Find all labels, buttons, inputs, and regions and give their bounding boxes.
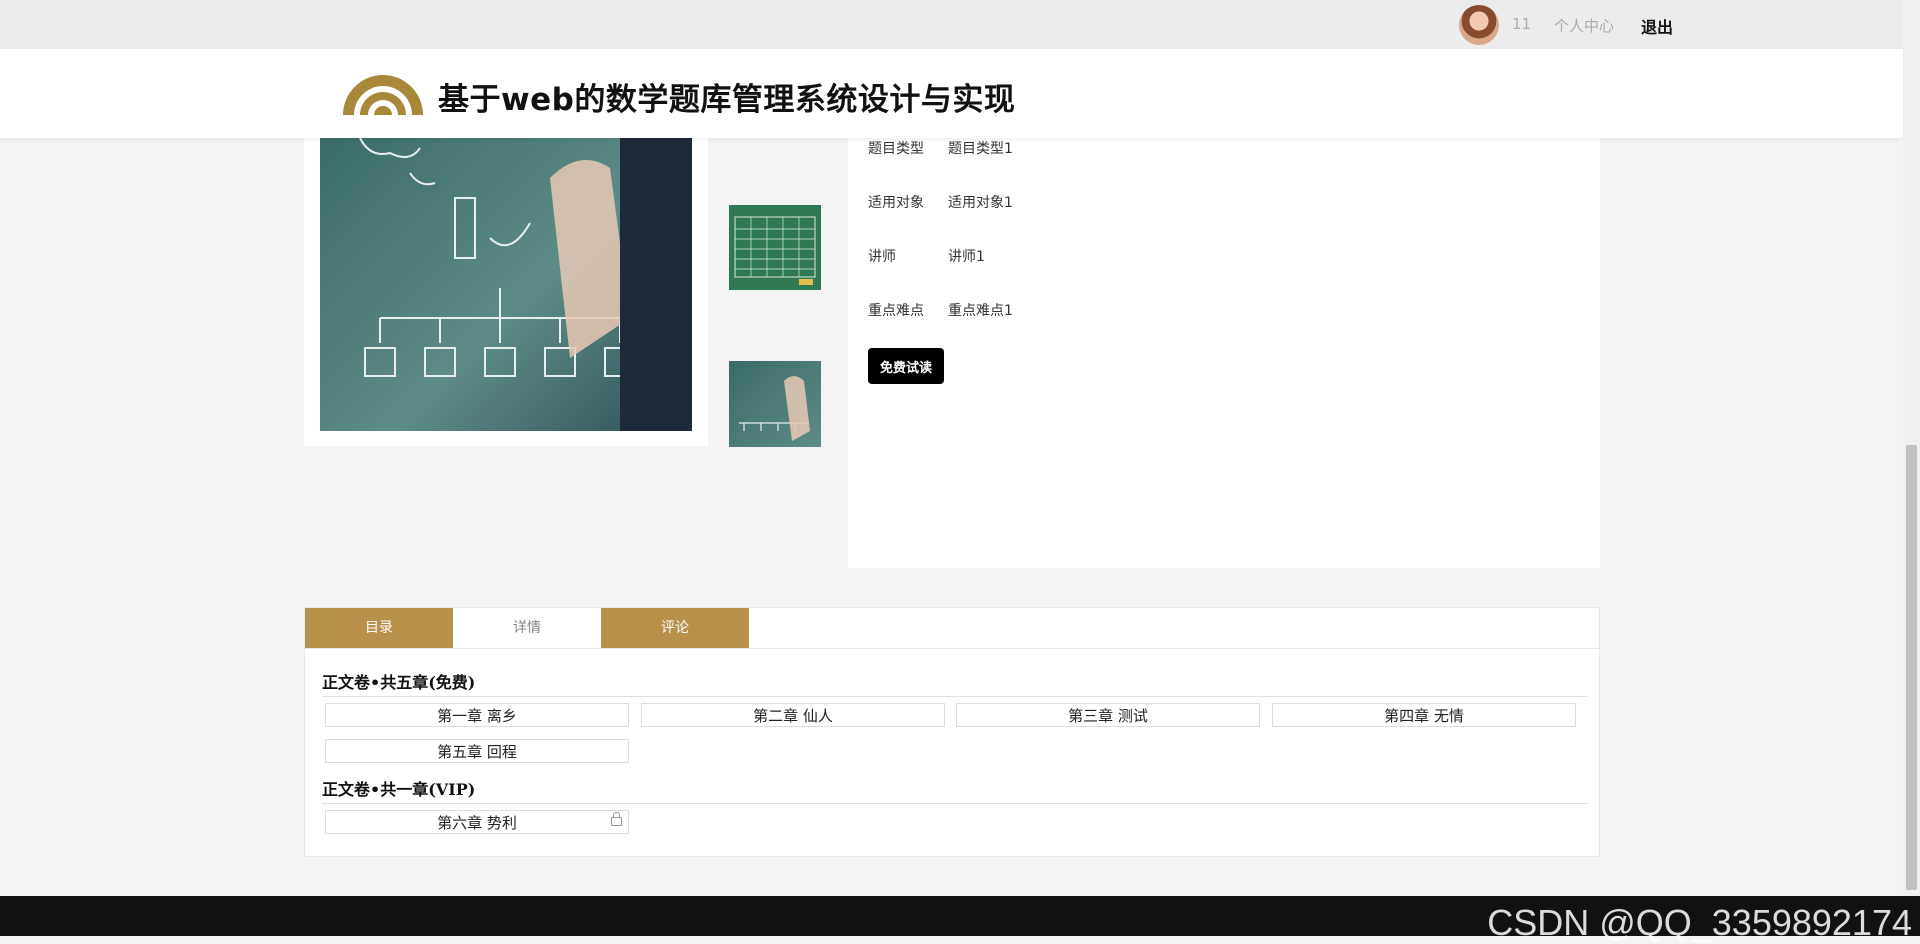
- site-title: 基于web的数学题库管理系统设计与实现: [438, 82, 1016, 118]
- scrollbar-thumb[interactable]: [1906, 445, 1917, 890]
- username-label[interactable]: 11: [1512, 15, 1531, 33]
- user-avatar[interactable]: [1459, 5, 1499, 45]
- thumbnail-network-image[interactable]: [729, 361, 821, 447]
- info-value: 题目类型1: [948, 141, 1013, 157]
- info-value: 重点难点1: [948, 303, 1013, 319]
- thumbnail-schedule-image[interactable]: [729, 205, 821, 290]
- info-row-question-type: 题目类型 题目类型1: [868, 138, 1013, 158]
- info-row-audience: 适用对象 适用对象1: [868, 192, 1013, 212]
- logout-link[interactable]: 退出: [1641, 14, 1673, 38]
- catalog-tab-box: 目录 详情 评论 正文卷•共五章(免费) 第一章 离乡 第二章 仙人 第三章 测…: [304, 607, 1600, 857]
- section-divider: [322, 696, 1587, 697]
- page-footer: CSDN @QQ_3359892174: [0, 896, 1920, 943]
- top-user-bar: 11 个人中心 退出: [0, 0, 1903, 49]
- tab-catalog[interactable]: 目录: [305, 608, 453, 648]
- personal-center-link[interactable]: 个人中心: [1554, 15, 1614, 36]
- tab-details[interactable]: 详情: [453, 608, 601, 648]
- chapter-item[interactable]: 第三章 测试: [956, 703, 1260, 727]
- chapter-item-locked[interactable]: 第六章 势利: [325, 810, 629, 834]
- site-header: 基于web的数学题库管理系统设计与实现: [0, 49, 1903, 138]
- chapter-item[interactable]: 第五章 回程: [325, 739, 629, 763]
- section-divider: [322, 803, 1587, 804]
- volume-title-free: 正文卷•共五章(免费): [322, 673, 476, 692]
- tab-comments[interactable]: 评论: [601, 608, 749, 648]
- info-row-key-points: 重点难点 重点难点1: [868, 300, 1013, 320]
- site-logo-icon[interactable]: [338, 65, 428, 120]
- info-row-lecturer: 讲师 讲师1: [868, 246, 985, 266]
- free-trial-button[interactable]: 免费试读: [868, 348, 944, 384]
- chapter-item[interactable]: 第二章 仙人: [641, 703, 945, 727]
- info-label: 题目类型: [868, 141, 924, 157]
- chapter-item[interactable]: 第一章 离乡: [325, 703, 629, 727]
- product-info-panel: 题目类型 题目类型1 适用对象 适用对象1 讲师 讲师1 重点难点 重点难点1 免费试读: [848, 138, 1600, 568]
- chapter-item[interactable]: 第四章 无情: [1272, 703, 1576, 727]
- lock-icon: [611, 812, 622, 826]
- info-label: 适用对象: [868, 195, 924, 211]
- volume-title-vip: 正文卷•共一章(VIP): [322, 780, 476, 799]
- info-label: 重点难点: [868, 303, 924, 319]
- info-value: 适用对象1: [948, 195, 1013, 211]
- tab-bar: 目录 详情 评论: [305, 608, 1599, 649]
- info-value: 讲师1: [948, 249, 985, 265]
- product-main-image: [320, 138, 692, 431]
- chapter-label: 第六章 势利: [437, 814, 517, 832]
- network-diagram-illustration: [359, 138, 692, 431]
- product-image-frame: [304, 138, 708, 446]
- watermark-text: CSDN @QQ_3359892174: [1487, 902, 1912, 943]
- info-label: 讲师: [868, 249, 896, 265]
